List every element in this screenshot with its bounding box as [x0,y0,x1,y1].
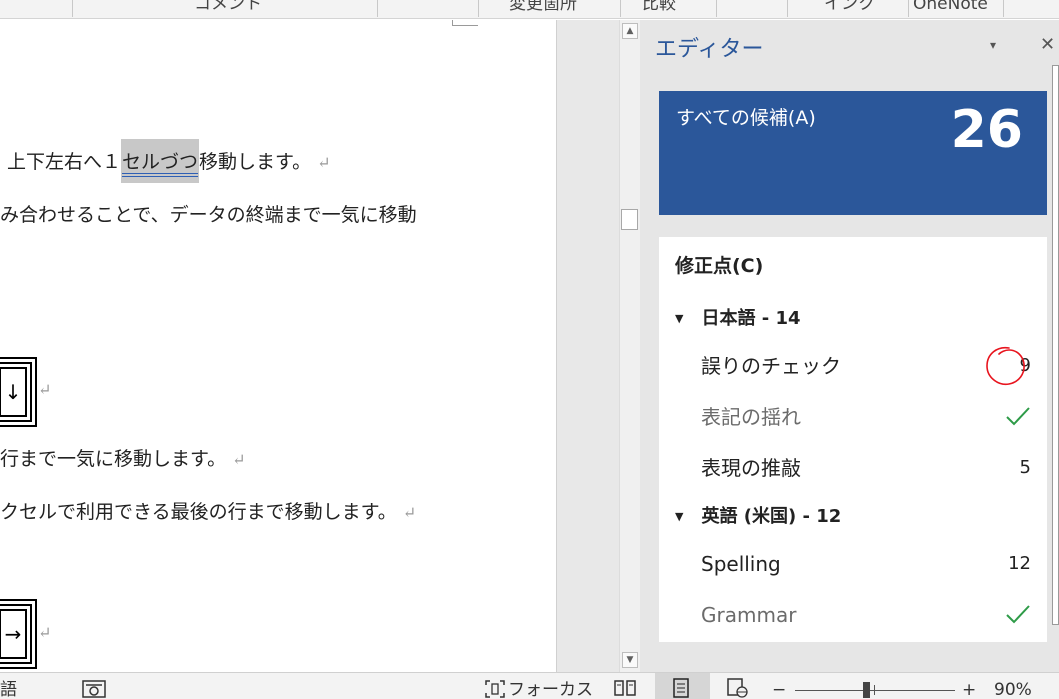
paragraph-mark: ↵ [38,623,52,642]
flagged-text-highlight[interactable]: セルづつ [121,139,200,183]
check-icon [1006,407,1030,426]
document-scrollbar[interactable]: ▲ ▼ [619,20,640,672]
corrections-card: 修正点(C) ▼ 日本語 - 14 誤りのチェック 9 表記の揺れ 表現の推敲 5… [659,237,1047,642]
doc-text: クセルで利用できる最後の行まで移動します。 [0,501,397,523]
scroll-thumb[interactable] [621,209,638,230]
item-grammar[interactable]: Grammar [701,601,1031,629]
group-heading: 日本語 - 14 [701,308,801,329]
arrow-down-key-icon: ↓ [0,357,37,427]
item-count: 5 [1019,457,1031,478]
doc-text: み合わせることで、データの終端まで一気に移動 [0,204,417,226]
ribbon-separator [478,0,479,17]
key-glyph: → [4,622,22,646]
corrections-title: 修正点(C) [675,255,764,277]
item-count: 12 [1008,553,1031,574]
all-suggestions-card[interactable]: すべての候補(A) 26 [659,91,1047,215]
doc-line-2[interactable]: み合わせることで、データの終端まで一気に移動 [0,202,417,228]
ribbon-separator [908,0,909,17]
group-heading: 英語 (米国) - 12 [701,506,842,527]
doc-line-3[interactable]: 行まで一気に移動します。 ↵ [0,446,246,473]
ribbon-separator [620,0,621,17]
paragraph-mark: ↵ [38,380,52,399]
arrow-right-key-icon: → [0,599,37,669]
doc-line-1[interactable]: 上下左右へ１セルづつ移動します。 ↵ [0,139,331,183]
group-japanese[interactable]: ▼ 日本語 - 14 [675,307,801,333]
editor-pane: エディター ▾ ✕ すべての候補(A) 26 修正点(C) ▼ 日本語 - 14 … [640,20,1059,672]
item-expression-refinement[interactable]: 表現の推敲 5 [701,454,1031,482]
ribbon-group-changes[interactable]: 変更箇所 [509,0,577,15]
item-label: 表記の揺れ [701,405,801,429]
doc-text: 行まで一気に移動します。 [0,448,227,470]
document-page[interactable]: 上下左右へ１セルづつ移動します。 ↵ み合わせることで、データの終端まで一気に移動… [0,20,557,672]
item-notation-variance[interactable]: 表記の揺れ [701,403,1031,431]
item-label: 表現の推敲 [701,456,801,480]
item-label: Spelling [701,552,781,576]
doc-text: 上下左右へ１ [7,151,122,173]
ribbon-separator [787,0,788,17]
scroll-up-icon[interactable]: ▲ [622,23,638,39]
paragraph-mark: ↵ [232,450,246,469]
item-label: Grammar [701,603,797,627]
doc-text: 移動します。 [199,151,312,173]
print-layout-icon[interactable] [671,678,691,698]
ribbon-separator [716,0,717,17]
editor-pane-title: エディター [655,37,764,62]
read-mode-icon[interactable] [613,679,637,697]
ribbon-group-compare[interactable]: 比較 [642,0,676,15]
word-window: コメント 変更箇所 比較 インク OneNote 上下左右へ１セルづつ移動します… [0,0,1059,699]
ribbon-group-comment[interactable]: コメント [194,0,262,15]
ribbon-separator [377,0,378,17]
all-suggestions-label: すべての候補(A) [676,107,816,129]
ribbon-group-labels: コメント 変更箇所 比較 インク OneNote [0,0,1059,19]
zoom-slider-track[interactable] [795,690,955,691]
accessibility-icon[interactable] [82,680,106,698]
close-icon[interactable]: ✕ [1040,34,1055,55]
check-icon [1006,605,1030,624]
zoom-out-button[interactable]: − [772,679,786,699]
ribbon-group-onenote[interactable]: OneNote [913,0,988,15]
zoom-slider-midpoint [874,685,875,695]
focus-button[interactable]: フォーカス [508,679,593,699]
paragraph-mark: ↵ [402,503,417,522]
item-label: 誤りのチェック [701,354,841,378]
web-layout-icon[interactable] [726,678,748,698]
group-english-us[interactable]: ▼ 英語 (米国) - 12 [675,505,841,531]
zoom-slider-thumb[interactable] [863,682,870,698]
doc-line-4[interactable]: クセルで利用できる最後の行まで移動します。 ↵ [0,499,416,526]
ribbon-separator [1003,0,1004,17]
collapse-triangle-icon: ▼ [675,510,684,523]
document-canvas-margin [557,20,619,672]
ribbon-group-ink[interactable]: インク [824,0,875,15]
ribbon-separator [72,0,73,17]
text-boundary-mark [452,20,478,26]
zoom-in-button[interactable]: + [962,679,976,699]
zoom-level[interactable]: 90% [994,679,1032,699]
pane-scrollbar[interactable] [1052,65,1059,625]
language-indicator[interactable]: 語 [0,679,17,699]
collapse-triangle-icon: ▼ [675,312,684,325]
status-bar: 語 フォーカス − + 90% [0,672,1059,699]
key-glyph: ↓ [4,380,22,404]
scroll-down-icon[interactable]: ▼ [622,652,638,668]
annotation-circle [986,346,1025,386]
pane-options-icon[interactable]: ▾ [990,38,996,52]
suggestion-count: 26 [950,100,1023,160]
focus-icon [485,680,505,698]
paragraph-mark: ↵ [317,153,331,172]
item-spelling[interactable]: Spelling 12 [701,550,1031,578]
